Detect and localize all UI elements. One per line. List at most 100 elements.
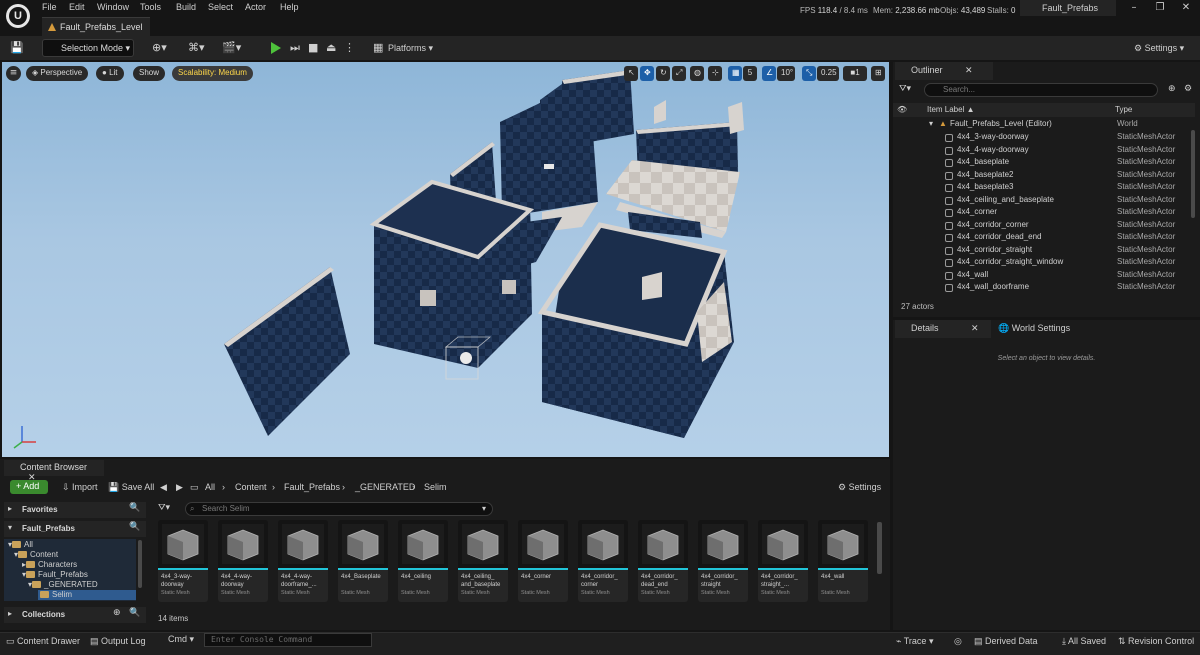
save-icon[interactable]: 💾 — [10, 41, 24, 54]
asset-tile[interactable]: 4x4_corridor_ straight_... Static Mesh — [758, 520, 808, 602]
outliner-row[interactable]: 4x4_corridor_straight_window StaticMeshAc… — [893, 257, 1189, 270]
grid-snap-value[interactable]: 5 — [743, 66, 757, 81]
favorites-search-icon[interactable]: 🔍 — [129, 503, 140, 513]
minimize-icon[interactable]: – — [1127, 2, 1141, 14]
content-browser-tab[interactable]: Content Browser ✕ — [4, 460, 104, 482]
toolbar-settings[interactable]: ⚙ Settings ▾ — [1134, 43, 1184, 54]
col-item-label[interactable]: Item Label ▲ — [927, 105, 975, 114]
outliner-close-icon[interactable]: ✕ — [965, 65, 973, 75]
cmd-dropdown[interactable]: Cmd ▾ — [154, 633, 200, 647]
stop-icon[interactable]: ■ — [308, 41, 318, 54]
tree-content[interactable]: ▾ Content — [14, 550, 58, 560]
derived-data-button[interactable]: ▤ Derived Data — [974, 636, 1038, 647]
outliner-row[interactable]: 4x4_baseplate3 StaticMeshActor — [893, 182, 1189, 195]
level-tab[interactable]: Fault_Prefabs_Level — [42, 17, 150, 36]
details-tab[interactable]: Details ✕ — [895, 320, 991, 338]
camera-speed-button[interactable]: ■1 — [843, 66, 867, 81]
eject-icon[interactable]: ⏏ — [326, 41, 336, 54]
tree-generated[interactable]: ▾ _GENERATED — [28, 580, 98, 590]
console-input[interactable]: Enter Console Command — [204, 633, 372, 647]
revision-control-button[interactable]: ⇅ Revision Control — [1118, 636, 1194, 647]
breadcrumb-all[interactable]: All — [205, 482, 215, 492]
tree-scrollbar[interactable] — [138, 540, 142, 588]
world-settings-tab[interactable]: 🌐 World Settings — [998, 323, 1070, 334]
content-drawer-button[interactable]: ▭ Content Drawer — [6, 636, 80, 647]
translate-icon[interactable]: ✥ — [640, 66, 654, 81]
breadcrumb-fault-prefabs[interactable]: Fault_Prefabs — [284, 482, 340, 492]
viewport-menu-icon[interactable]: ≡ — [6, 66, 21, 81]
asset-tile[interactable]: 4x4_4-way- doorframe_... Static Mesh — [278, 520, 328, 602]
tree-characters[interactable]: ▸ Characters — [22, 560, 77, 570]
surface-snap-icon[interactable]: ⊹ — [708, 66, 722, 81]
details-close-icon[interactable]: ✕ — [971, 323, 979, 333]
asset-tile[interactable]: 4x4_corridor_ dead_end Static Mesh — [638, 520, 688, 602]
asset-tile[interactable]: 4x4_corridor_ corner Static Mesh — [578, 520, 628, 602]
asset-tile[interactable]: 4x4_Baseplate Static Mesh — [338, 520, 388, 602]
breadcrumb-content[interactable]: Content — [235, 482, 267, 492]
project-expand-icon[interactable]: ▾ — [8, 523, 12, 532]
play-options-icon[interactable]: ⋮ — [344, 41, 355, 54]
menu-build[interactable]: Build — [176, 2, 196, 12]
asset-tile[interactable]: 4x4_4-way- doorway Static Mesh — [218, 520, 268, 602]
outliner-row[interactable]: 4x4_corridor_dead_end StaticMeshActor — [893, 232, 1189, 245]
tree-all[interactable]: ▾ All — [8, 540, 33, 550]
visibility-icon[interactable]: 👁 — [897, 105, 907, 114]
outliner-row[interactable]: 4x4_corner StaticMeshActor — [893, 207, 1189, 220]
viewport-layout-icon[interactable]: ⊞ — [871, 66, 885, 81]
menu-select[interactable]: Select — [208, 2, 233, 12]
outliner-row[interactable]: 4x4_4-way-doorway StaticMeshActor — [893, 145, 1189, 158]
outliner-row[interactable]: 4x4_ceiling_and_baseplate StaticMeshActor — [893, 195, 1189, 208]
project-header[interactable]: Fault_Prefabs — [4, 521, 146, 537]
play-icon[interactable] — [271, 42, 281, 54]
asset-tile[interactable]: 4x4_3-way- doorway Static Mesh — [158, 520, 208, 602]
breadcrumb-selim[interactable]: Selim — [424, 482, 447, 492]
platforms-icon[interactable]: ▦ — [373, 41, 383, 54]
tree-fault-prefabs[interactable]: ▾ Fault_Prefabs — [22, 570, 88, 580]
tree-selim[interactable]: Selim — [40, 590, 72, 600]
angle-snap-icon[interactable]: ∠ — [762, 66, 776, 81]
asset-tile[interactable]: 4x4_corridor_ straight Static Mesh — [698, 520, 748, 602]
select-mode-icon[interactable]: ↖ — [624, 66, 638, 81]
outliner-row[interactable]: 4x4_wall StaticMeshActor — [893, 270, 1189, 283]
menu-actor[interactable]: Actor — [245, 2, 266, 12]
trace-button[interactable]: ⌁ Trace ▾ — [896, 636, 933, 647]
import-button[interactable]: ⇩ Import — [62, 482, 98, 493]
search-dropdown-icon[interactable]: ▾ — [482, 504, 486, 513]
outliner-row[interactable]: 4x4_baseplate StaticMeshActor — [893, 157, 1189, 170]
expand-icon[interactable]: ▾ — [929, 119, 933, 128]
history-forward-icon[interactable]: ▶ — [176, 482, 183, 493]
output-log-button[interactable]: ▤ Output Log — [90, 636, 146, 647]
outliner-tab[interactable]: Outliner ✕ — [895, 62, 993, 80]
outliner-row[interactable]: 4x4_wall_doorframe StaticMeshActor — [893, 282, 1189, 295]
scale-icon[interactable]: ⤢ — [672, 66, 686, 81]
asset-tile[interactable]: 4x4_ceiling Static Mesh — [398, 520, 448, 602]
favorites-header[interactable]: Favorites — [4, 502, 146, 518]
col-type[interactable]: Type — [1115, 105, 1132, 114]
unreal-logo-icon[interactable]: U — [6, 4, 30, 28]
menu-tools[interactable]: Tools — [140, 2, 161, 12]
outliner-root-row[interactable]: ▾ ▲ Fault_Prefabs_Level (Editor) World — [893, 119, 1189, 132]
outliner-row[interactable]: 4x4_corridor_corner StaticMeshActor — [893, 220, 1189, 233]
scale-snap-value[interactable]: 0.25 — [817, 66, 839, 81]
menu-edit[interactable]: Edit — [69, 2, 85, 12]
history-back-icon[interactable]: ◀ — [160, 482, 167, 493]
close-icon[interactable]: ✕ — [1179, 2, 1193, 14]
add-actor-icon[interactable]: ⊕▾ — [152, 41, 167, 54]
project-search-icon[interactable]: 🔍 — [129, 522, 140, 532]
outliner-settings-icon[interactable]: ⚙ — [1184, 84, 1192, 94]
outliner-search-input[interactable]: Search... — [924, 83, 1158, 97]
scalability-badge[interactable]: Scalability: Medium — [172, 66, 253, 81]
grid-snap-icon[interactable]: ▦ — [728, 66, 742, 81]
favorites-expand-icon[interactable]: ▸ — [8, 504, 12, 513]
cinematics-icon[interactable]: 🎬▾ — [222, 41, 241, 54]
outliner-row[interactable]: 4x4_3-way-doorway StaticMeshActor — [893, 132, 1189, 145]
outliner-scrollbar[interactable] — [1191, 130, 1195, 218]
menu-file[interactable]: File — [42, 2, 57, 12]
lit-button[interactable]: ● Lit — [96, 66, 124, 81]
asset-tile[interactable]: 4x4_wall Static Mesh — [818, 520, 868, 602]
blueprint-icon[interactable]: ⌘▾ — [188, 41, 205, 54]
save-all-button[interactable]: 💾 Save All — [108, 482, 154, 493]
add-button[interactable]: + Add — [10, 480, 48, 494]
collections-search-icon[interactable]: 🔍 — [129, 608, 140, 618]
breadcrumb-generated[interactable]: _GENERATED — [355, 482, 415, 492]
